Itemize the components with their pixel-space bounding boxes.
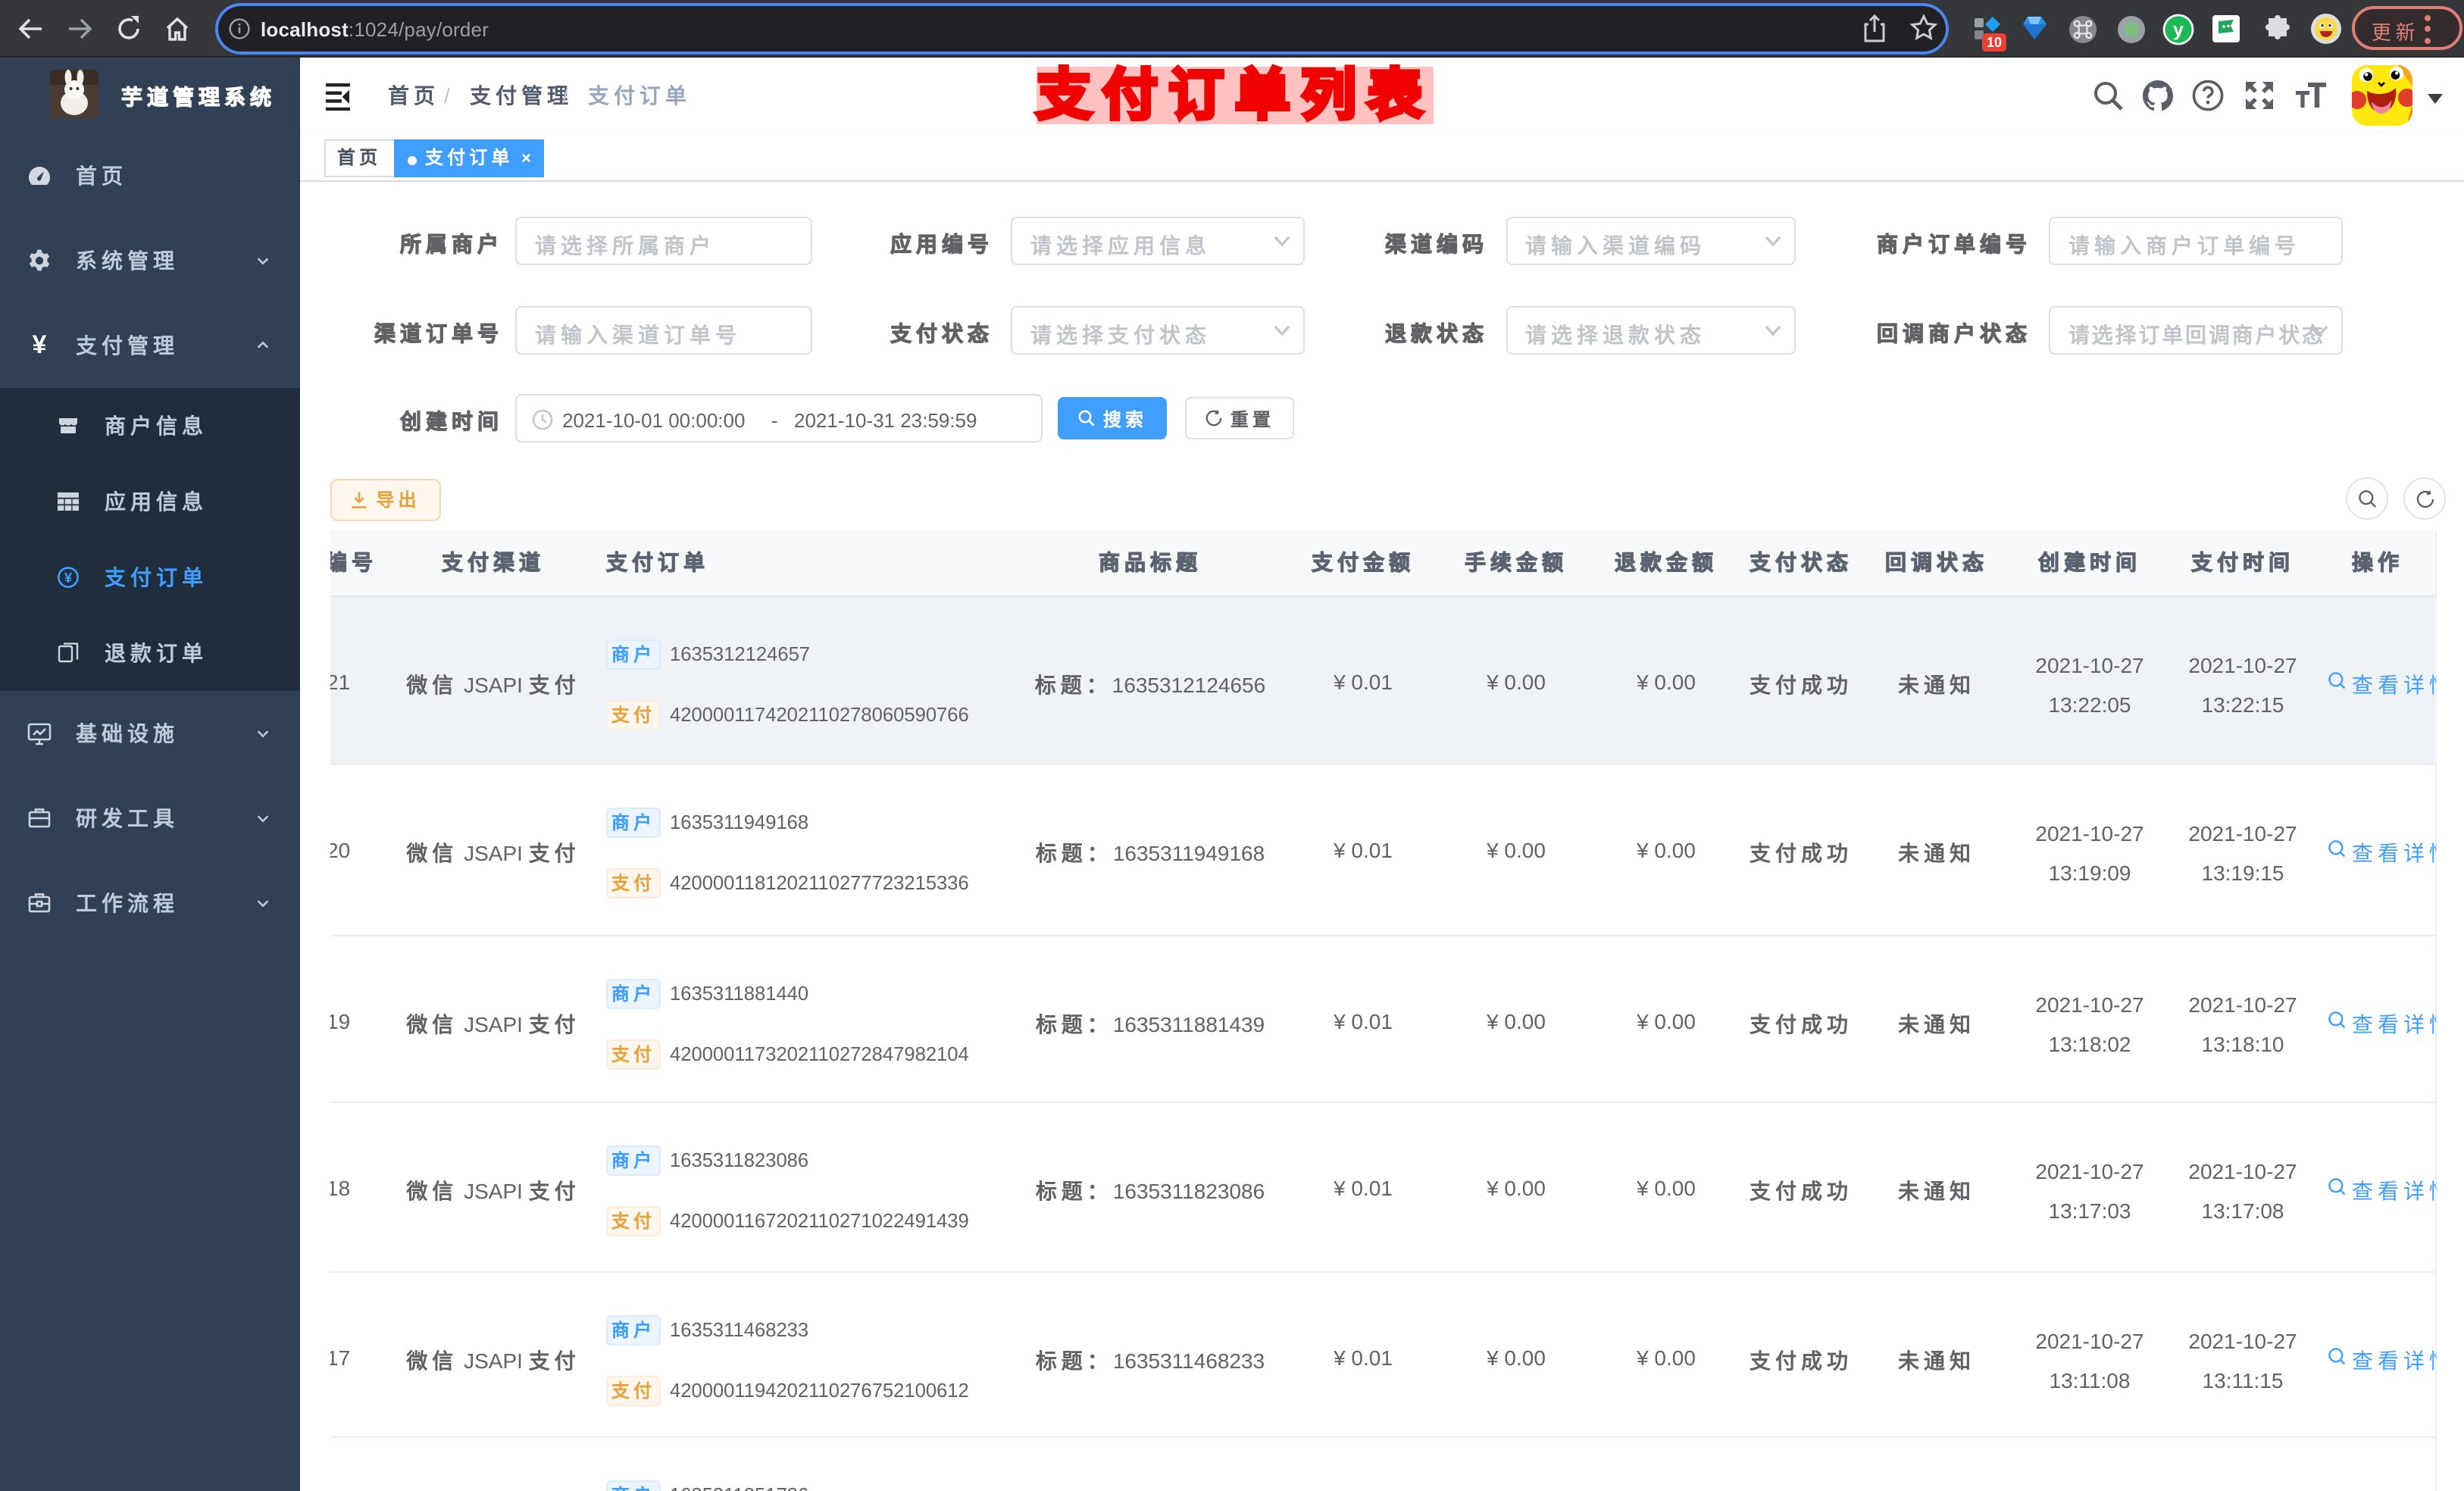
svg-text:¥: ¥	[64, 570, 72, 586]
svg-text:y: y	[2173, 19, 2184, 40]
